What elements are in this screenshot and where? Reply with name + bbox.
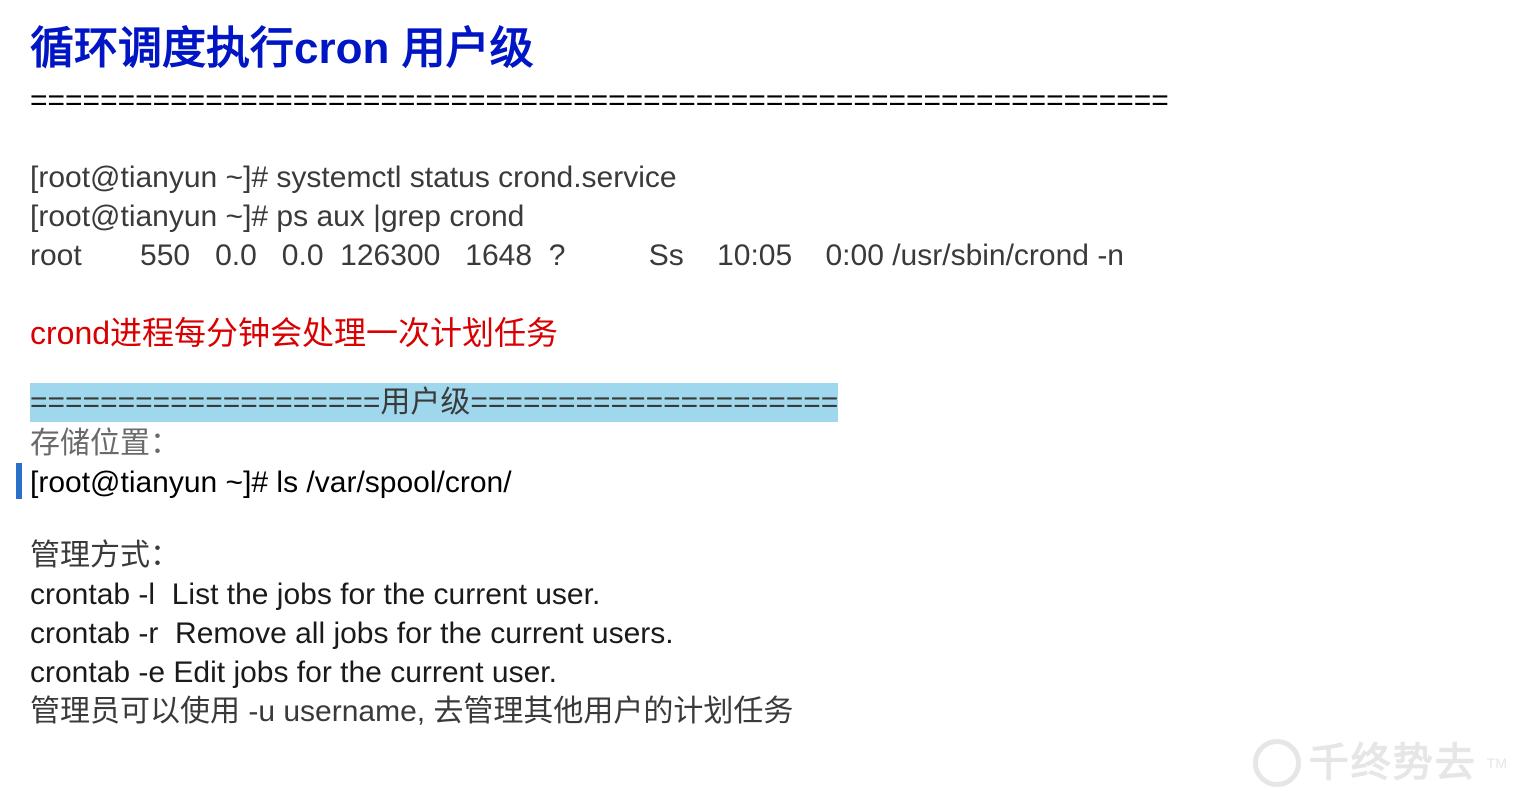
watermark-logo-icon [1253,739,1301,787]
cmd-line-2: [root@tianyun ~]# ps aux |grep crond [30,197,1489,236]
management-label: 管理方式： [30,536,1489,575]
watermark-text: 千终势去 [1309,737,1477,789]
page-title: 循环调度执行cron 用户级 [30,20,1489,77]
watermark: 千终势去 TM [1253,737,1507,789]
storage-cmd-line: [root@tianyun ~]# ls /var/spool/cron/ [30,463,1489,502]
trademark-symbol: TM [1487,754,1507,772]
crontab-e: crontab -e Edit jobs for the current use… [30,653,1489,692]
cursor-indicator [16,463,22,499]
cmd-line-3: root 550 0.0 0.0 126300 1648 ? Ss 10:05 … [30,236,1489,275]
top-separator: ========================================… [30,81,1489,120]
cmd-line-1: [root@tianyun ~]# systemctl status crond… [30,158,1489,197]
user-level-separator: ====================用户级=================… [30,383,838,422]
crontab-r: crontab -r Remove all jobs for the curre… [30,614,1489,653]
command-block: [root@tianyun ~]# systemctl status crond… [30,158,1489,275]
crontab-l: crontab -l List the jobs for the current… [30,575,1489,614]
crond-note: crond进程每分钟会处理一次计划任务 [30,313,1489,355]
admin-note: 管理员可以使用 -u username, 去管理其他用户的计划任务 [30,692,1489,731]
storage-location-label: 存储位置： [30,424,1489,463]
storage-cmd: [root@tianyun ~]# ls /var/spool/cron/ [30,466,512,499]
